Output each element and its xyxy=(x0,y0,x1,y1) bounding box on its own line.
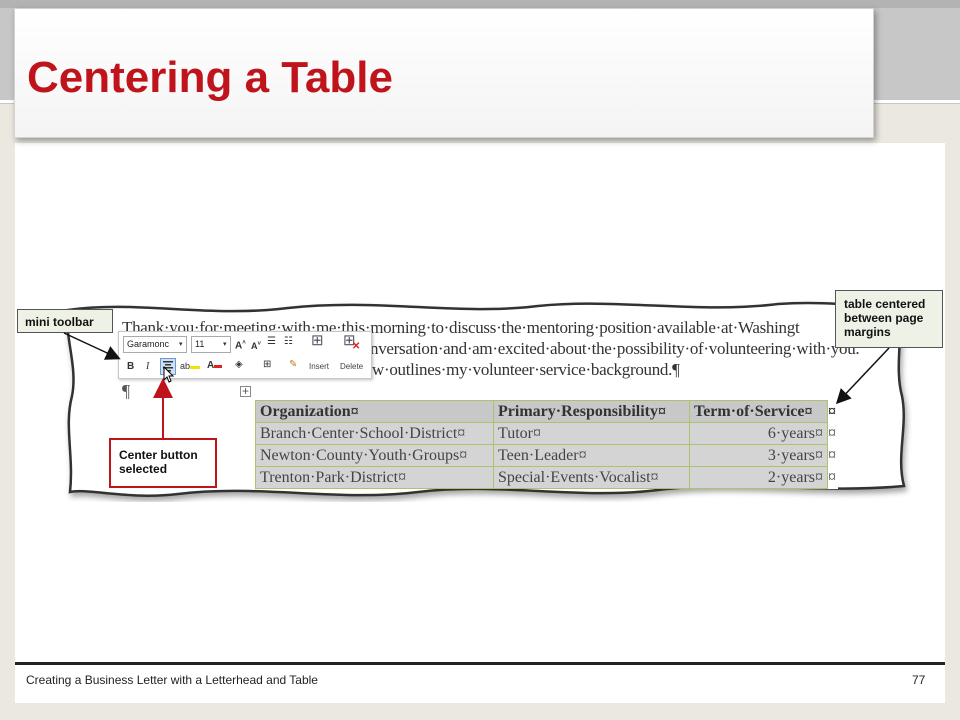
table-centered-arrow xyxy=(835,347,890,405)
mini-toolbar-arrow xyxy=(63,332,121,360)
footer-divider xyxy=(15,662,945,665)
slide-footer: Creating a Business Letter with a Letter… xyxy=(26,673,318,687)
page-number: 77 xyxy=(912,673,926,687)
callout-arrows xyxy=(63,332,890,438)
